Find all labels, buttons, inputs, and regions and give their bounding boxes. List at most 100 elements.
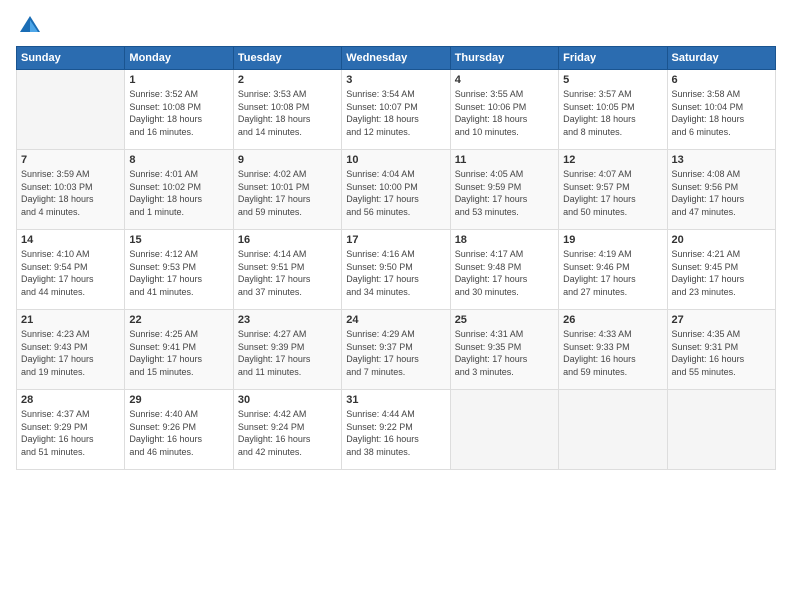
day-info: Sunrise: 3:55 AM Sunset: 10:06 PM Daylig… [455,88,554,138]
day-number: 11 [455,154,554,166]
day-cell: 19 Sunrise: 4:19 AM Sunset: 9:46 PM Dayli… [559,230,667,310]
day-number: 19 [563,234,662,246]
day-info: Sunrise: 4:04 AM Sunset: 10:00 PM Daylig… [346,168,445,218]
day-cell: 31Sunrise: 4:44 AM Sunset: 9:22 PM Dayli… [342,390,450,470]
day-number: 5 [563,74,662,86]
day-number: 23 [238,314,337,326]
day-info: Sunrise: 4:14 AM Sunset: 9:51 PM Dayligh… [238,248,337,298]
day-number: 7 [21,154,120,166]
day-cell: 12 Sunrise: 4:07 AM Sunset: 9:57 PM Dayli… [559,150,667,230]
day-number: 2 [238,74,337,86]
day-cell: 29 Sunrise: 4:40 AM Sunset: 9:26 PM Dayli… [125,390,233,470]
day-cell [17,70,125,150]
calendar-table: SundayMondayTuesdayWednesdayThursdayFrid… [16,46,776,470]
day-cell: 22 Sunrise: 4:25 AM Sunset: 9:41 PM Dayli… [125,310,233,390]
day-cell: 2 Sunrise: 3:53 AM Sunset: 10:08 PM Dayli… [233,70,341,150]
day-cell: 30 Sunrise: 4:42 AM Sunset: 9:24 PM Dayli… [233,390,341,470]
day-cell: 4 Sunrise: 3:55 AM Sunset: 10:06 PM Dayli… [450,70,558,150]
day-number: 25 [455,314,554,326]
day-info: Sunrise: 4:40 AM Sunset: 9:26 PM Dayligh… [129,408,228,458]
day-number: 27 [672,314,771,326]
weekday-header-sunday: Sunday [17,47,125,70]
day-number: 12 [563,154,662,166]
day-cell: 13 Sunrise: 4:08 AM Sunset: 9:56 PM Dayli… [667,150,775,230]
week-row-2: 7 Sunrise: 3:59 AM Sunset: 10:03 PM Dayli… [17,150,776,230]
day-info: Sunrise: 4:12 AM Sunset: 9:53 PM Dayligh… [129,248,228,298]
day-number: 14 [21,234,120,246]
day-info: Sunrise: 4:02 AM Sunset: 10:01 PM Daylig… [238,168,337,218]
day-cell: 20 Sunrise: 4:21 AM Sunset: 9:45 PM Dayli… [667,230,775,310]
day-number: 26 [563,314,662,326]
day-info: Sunrise: 4:07 AM Sunset: 9:57 PM Dayligh… [563,168,662,218]
day-number: 30 [238,394,337,406]
day-cell: 27 Sunrise: 4:35 AM Sunset: 9:31 PM Dayli… [667,310,775,390]
weekday-header-friday: Friday [559,47,667,70]
weekday-header-monday: Monday [125,47,233,70]
day-number: 9 [238,154,337,166]
day-info: Sunrise: 4:23 AM Sunset: 9:43 PM Dayligh… [21,328,120,378]
day-number: 18 [455,234,554,246]
day-number: 8 [129,154,228,166]
day-number: 10 [346,154,445,166]
day-info: Sunrise: 3:52 AM Sunset: 10:08 PM Daylig… [129,88,228,138]
day-info: Sunrise: 4:16 AM Sunset: 9:50 PM Dayligh… [346,248,445,298]
day-info: Sunrise: 4:05 AM Sunset: 9:59 PM Dayligh… [455,168,554,218]
day-number: 21 [21,314,120,326]
day-number: 13 [672,154,771,166]
day-cell: 10 Sunrise: 4:04 AM Sunset: 10:00 PM Dayl… [342,150,450,230]
week-row-3: 14Sunrise: 4:10 AM Sunset: 9:54 PM Dayli… [17,230,776,310]
day-info: Sunrise: 4:21 AM Sunset: 9:45 PM Dayligh… [672,248,771,298]
day-info: Sunrise: 3:59 AM Sunset: 10:03 PM Daylig… [21,168,120,218]
page: SundayMondayTuesdayWednesdayThursdayFrid… [0,0,792,612]
day-cell: 21 Sunrise: 4:23 AM Sunset: 9:43 PM Dayli… [17,310,125,390]
day-info: Sunrise: 4:01 AM Sunset: 10:02 PM Daylig… [129,168,228,218]
day-info: Sunrise: 3:57 AM Sunset: 10:05 PM Daylig… [563,88,662,138]
day-cell: 17 Sunrise: 4:16 AM Sunset: 9:50 PM Dayli… [342,230,450,310]
day-cell: 14Sunrise: 4:10 AM Sunset: 9:54 PM Dayli… [17,230,125,310]
weekday-header-tuesday: Tuesday [233,47,341,70]
weekday-header-row: SundayMondayTuesdayWednesdayThursdayFrid… [17,47,776,70]
week-row-5: 28Sunrise: 4:37 AM Sunset: 9:29 PM Dayli… [17,390,776,470]
day-cell [450,390,558,470]
day-cell: 25 Sunrise: 4:31 AM Sunset: 9:35 PM Dayli… [450,310,558,390]
day-info: Sunrise: 4:19 AM Sunset: 9:46 PM Dayligh… [563,248,662,298]
day-info: Sunrise: 4:27 AM Sunset: 9:39 PM Dayligh… [238,328,337,378]
day-number: 17 [346,234,445,246]
day-cell: 7 Sunrise: 3:59 AM Sunset: 10:03 PM Dayli… [17,150,125,230]
day-number: 20 [672,234,771,246]
logo-icon [16,12,44,40]
day-number: 24 [346,314,445,326]
day-cell: 18Sunrise: 4:17 AM Sunset: 9:48 PM Dayli… [450,230,558,310]
week-row-4: 21 Sunrise: 4:23 AM Sunset: 9:43 PM Dayli… [17,310,776,390]
day-cell: 11 Sunrise: 4:05 AM Sunset: 9:59 PM Dayli… [450,150,558,230]
day-info: Sunrise: 3:53 AM Sunset: 10:08 PM Daylig… [238,88,337,138]
day-cell: 3Sunrise: 3:54 AM Sunset: 10:07 PM Dayli… [342,70,450,150]
week-row-1: 1Sunrise: 3:52 AM Sunset: 10:08 PM Dayli… [17,70,776,150]
day-number: 16 [238,234,337,246]
day-cell: 5 Sunrise: 3:57 AM Sunset: 10:05 PM Dayli… [559,70,667,150]
day-info: Sunrise: 3:54 AM Sunset: 10:07 PM Daylig… [346,88,445,138]
day-info: Sunrise: 4:29 AM Sunset: 9:37 PM Dayligh… [346,328,445,378]
day-cell: 6Sunrise: 3:58 AM Sunset: 10:04 PM Dayli… [667,70,775,150]
day-info: Sunrise: 4:35 AM Sunset: 9:31 PM Dayligh… [672,328,771,378]
header [16,12,776,40]
day-info: Sunrise: 4:08 AM Sunset: 9:56 PM Dayligh… [672,168,771,218]
day-number: 29 [129,394,228,406]
day-info: Sunrise: 4:33 AM Sunset: 9:33 PM Dayligh… [563,328,662,378]
day-number: 22 [129,314,228,326]
day-number: 4 [455,74,554,86]
day-cell: 1Sunrise: 3:52 AM Sunset: 10:08 PM Dayli… [125,70,233,150]
day-cell: 9 Sunrise: 4:02 AM Sunset: 10:01 PM Dayli… [233,150,341,230]
day-cell: 8 Sunrise: 4:01 AM Sunset: 10:02 PM Dayli… [125,150,233,230]
day-cell: 23 Sunrise: 4:27 AM Sunset: 9:39 PM Dayli… [233,310,341,390]
weekday-header-wednesday: Wednesday [342,47,450,70]
weekday-header-saturday: Saturday [667,47,775,70]
day-cell: 15Sunrise: 4:12 AM Sunset: 9:53 PM Dayli… [125,230,233,310]
day-info: Sunrise: 3:58 AM Sunset: 10:04 PM Daylig… [672,88,771,138]
day-info: Sunrise: 4:42 AM Sunset: 9:24 PM Dayligh… [238,408,337,458]
day-cell: 28Sunrise: 4:37 AM Sunset: 9:29 PM Dayli… [17,390,125,470]
day-cell: 24 Sunrise: 4:29 AM Sunset: 9:37 PM Dayli… [342,310,450,390]
day-info: Sunrise: 4:31 AM Sunset: 9:35 PM Dayligh… [455,328,554,378]
day-info: Sunrise: 4:25 AM Sunset: 9:41 PM Dayligh… [129,328,228,378]
day-info: Sunrise: 4:37 AM Sunset: 9:29 PM Dayligh… [21,408,120,458]
